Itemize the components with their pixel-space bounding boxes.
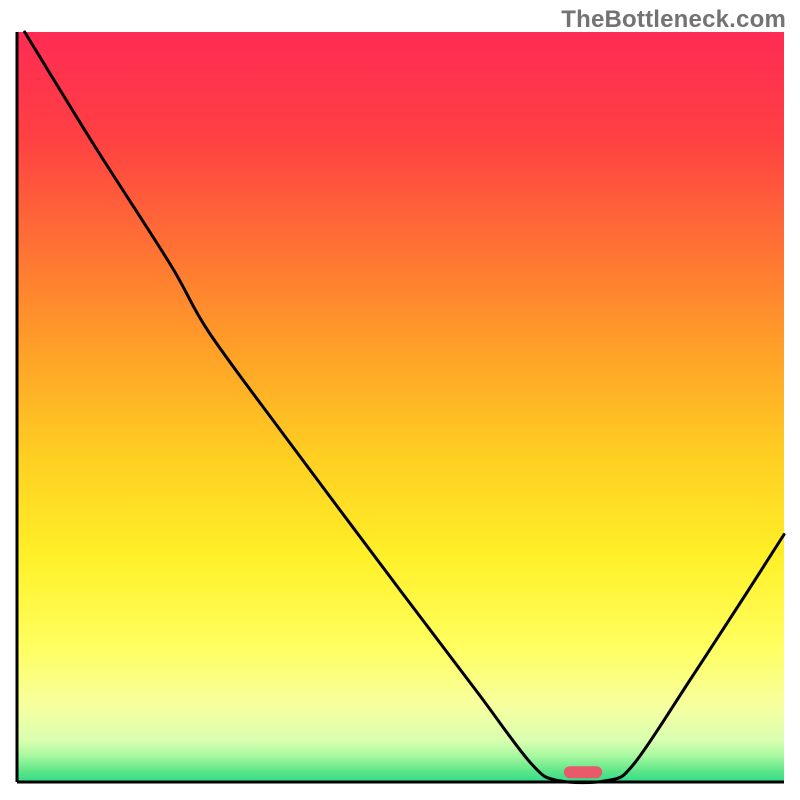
gradient-background — [17, 32, 784, 782]
chart-svg — [0, 0, 800, 800]
watermark-text: TheBottleneck.com — [561, 6, 786, 34]
bottleneck-chart: TheBottleneck.com — [0, 0, 800, 800]
optimal-marker — [564, 766, 602, 778]
